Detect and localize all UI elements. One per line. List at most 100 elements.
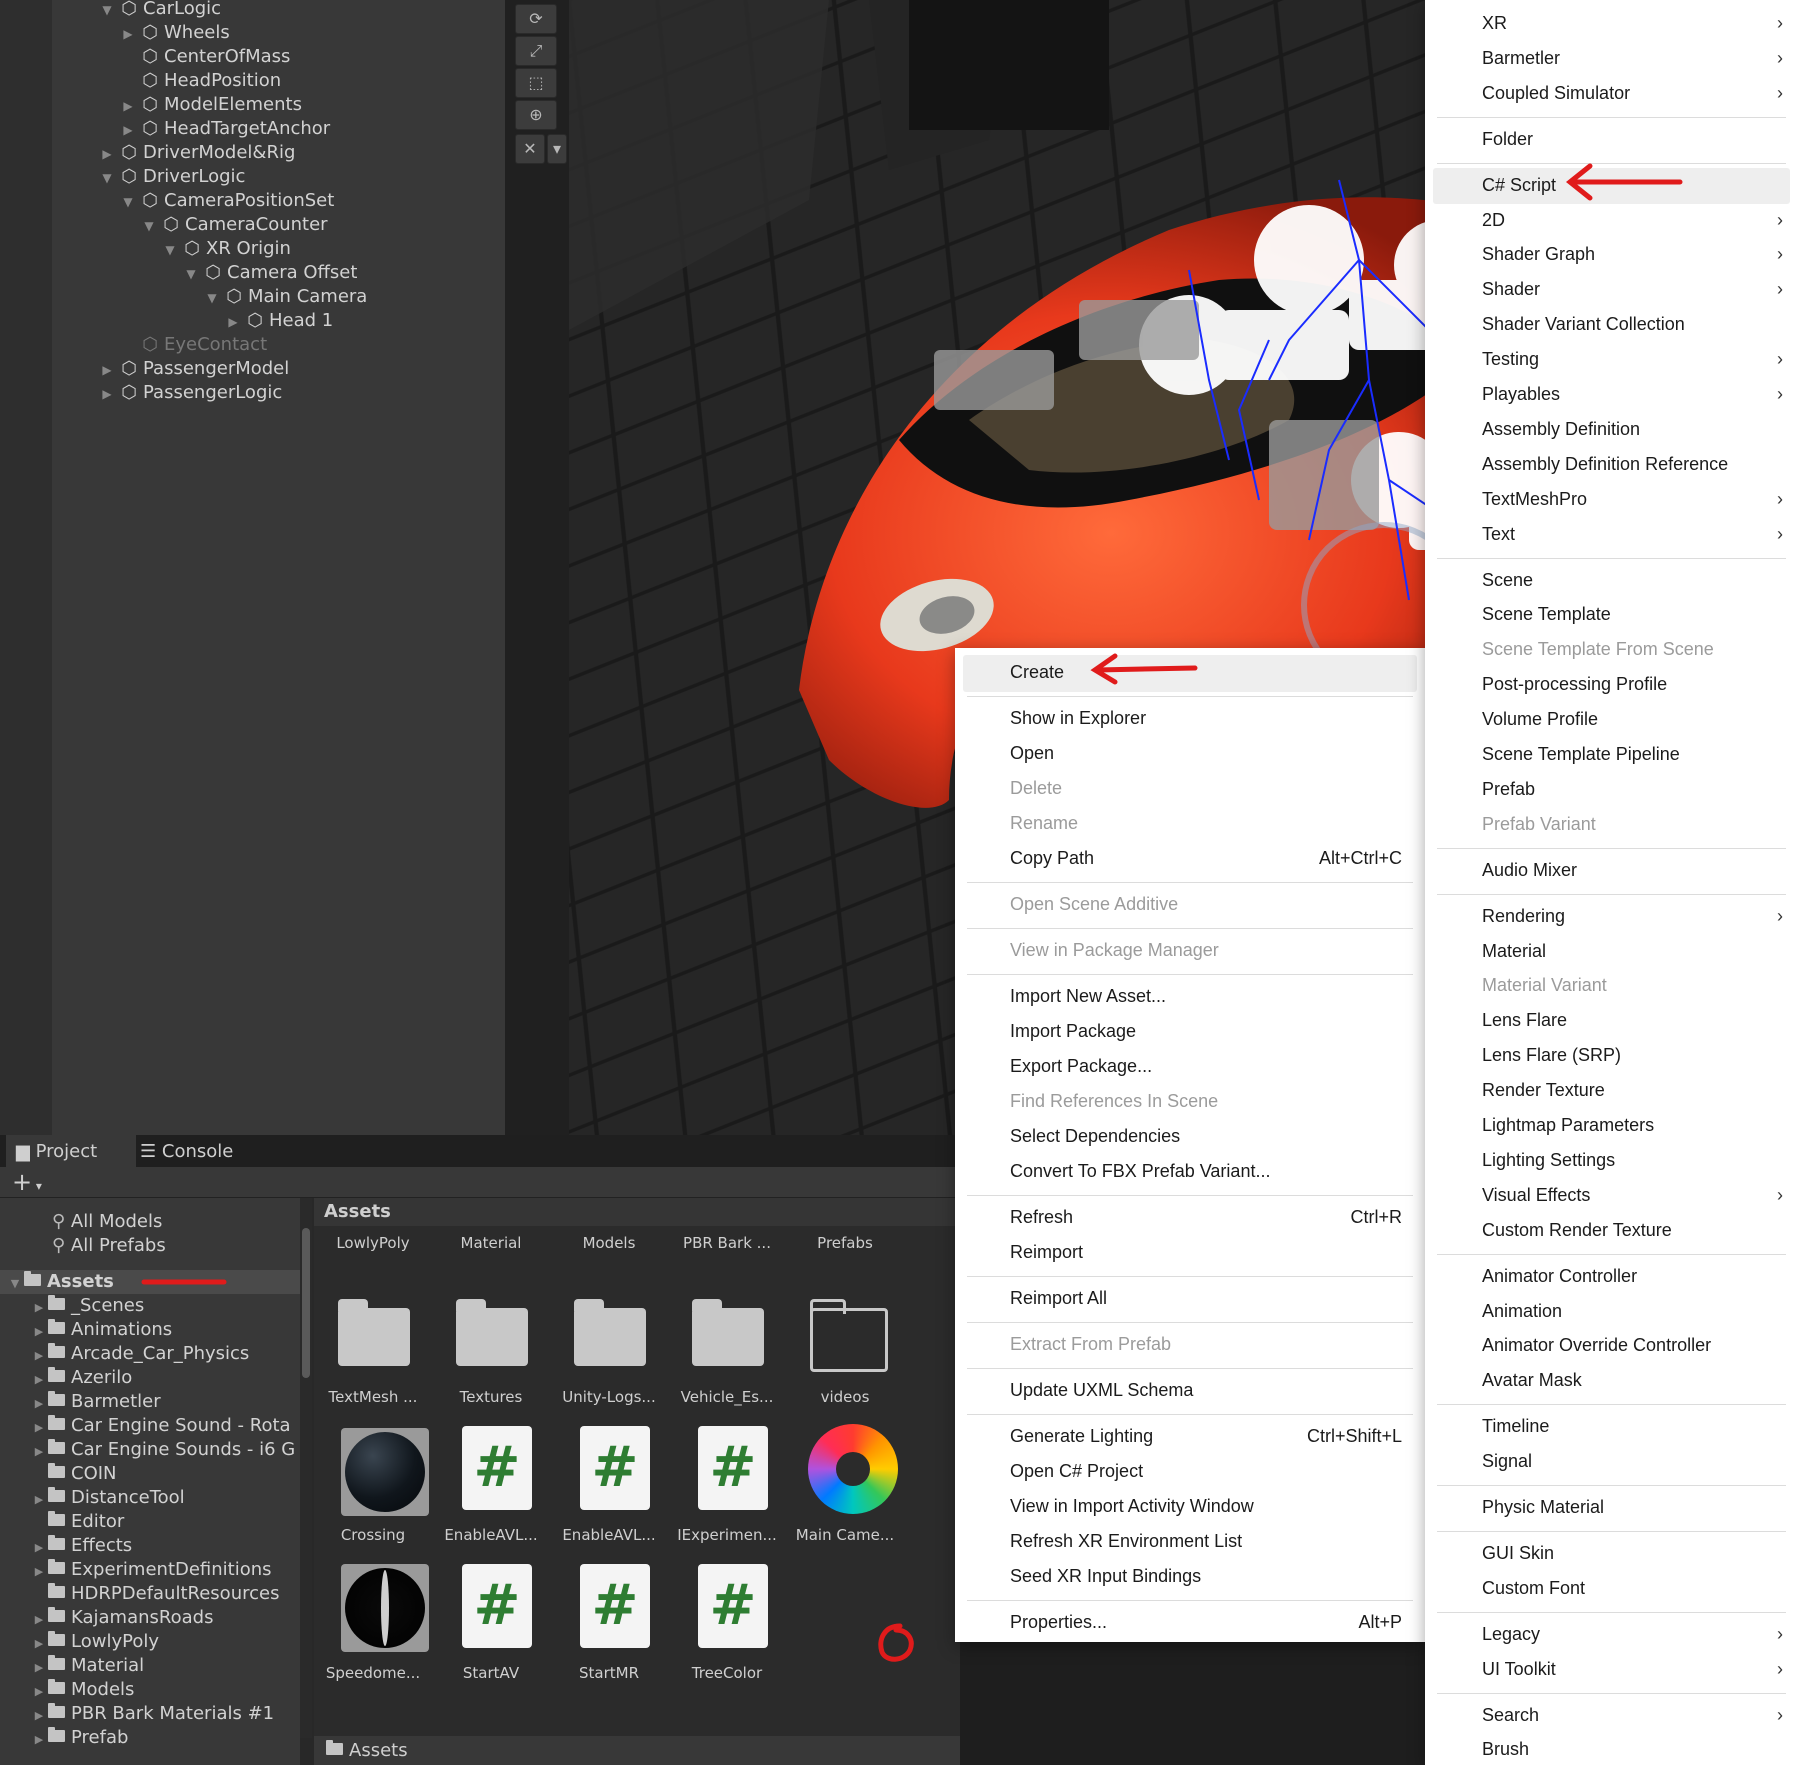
create-item-playables[interactable]: Playables ›	[1482, 378, 1783, 410]
hierarchy-item[interactable]: ▼ ⬡ CarLogic	[96, 0, 221, 21]
collapsed-arrow-icon[interactable]: ▶	[30, 1560, 48, 1584]
create-item-material[interactable]: Material	[1482, 935, 1782, 967]
collapsed-arrow-icon[interactable]: ▶	[30, 1608, 48, 1632]
tab-console[interactable]: ☰ Console	[130, 1135, 270, 1167]
collapsed-arrow-icon[interactable]: ▶	[30, 1680, 48, 1704]
create-item-barmetler[interactable]: Barmetler ›	[1482, 42, 1783, 74]
menu-item-refresh-xr-environment-list[interactable]: Refresh XR Environment List	[1010, 1525, 1402, 1557]
create-item-gui-skin[interactable]: GUI Skin	[1482, 1537, 1782, 1569]
menu-item-update-uxml-schema[interactable]: Update UXML Schema	[1010, 1374, 1402, 1406]
collapsed-arrow-icon[interactable]: ▶	[117, 118, 139, 142]
menu-item-generate-lighting[interactable]: Generate Lighting Ctrl+Shift+L	[1010, 1420, 1402, 1452]
collapsed-arrow-icon[interactable]: ▶	[30, 1704, 48, 1728]
hierarchy-item[interactable]: ▼ ⬡ Main Camera	[201, 285, 367, 309]
menu-item-refresh[interactable]: Refresh Ctrl+R	[1010, 1201, 1402, 1233]
create-item-scene-template-pipeline[interactable]: Scene Template Pipeline	[1482, 738, 1782, 770]
hierarchy-item[interactable]: ▼ ⬡ XR Origin	[159, 237, 291, 261]
tree-item-folder[interactable]: ▶ _Scenes	[0, 1294, 300, 1318]
menu-item-view-in-import-activity-window[interactable]: View in Import Activity Window	[1010, 1490, 1402, 1522]
asset-grid-breadcrumb[interactable]: Assets	[314, 1198, 960, 1226]
create-item-brush[interactable]: Brush	[1482, 1733, 1782, 1765]
create-item-volume-profile[interactable]: Volume Profile	[1482, 703, 1782, 735]
tree-item-folder[interactable]: Editor	[0, 1510, 300, 1534]
asset-item[interactable]: Crossing	[314, 1418, 432, 1558]
collapsed-arrow-icon[interactable]: ▶	[96, 142, 118, 166]
asset-item[interactable]: M	[904, 1418, 960, 1558]
asset-item[interactable]: Unity-Logs...	[550, 1278, 668, 1418]
create-item-scene-template[interactable]: Scene Template	[1482, 598, 1782, 630]
tree-item-folder[interactable]: ▶ PBR Bark Materials #1	[0, 1702, 300, 1726]
collapsed-arrow-icon[interactable]: ▶	[30, 1440, 48, 1464]
tree-item-folder[interactable]: ▶ Animations	[0, 1318, 300, 1342]
create-item-render-texture[interactable]: Render Texture	[1482, 1074, 1782, 1106]
collapsed-arrow-icon[interactable]: ▶	[222, 310, 244, 334]
tree-item-folder[interactable]: ▶ Car Engine Sounds - i6 G	[0, 1438, 300, 1462]
menu-item-reimport-all[interactable]: Reimport All	[1010, 1282, 1402, 1314]
collapsed-arrow-icon[interactable]: ▶	[30, 1416, 48, 1440]
expanded-arrow-icon[interactable]: ▼	[201, 286, 223, 310]
hierarchy-item[interactable]: ▼ ⬡ Camera Offset	[180, 261, 357, 285]
asset-item[interactable]: Textures	[432, 1278, 550, 1418]
rect-tool-icon[interactable]: ⬚	[515, 68, 557, 98]
menu-item-export-package[interactable]: Export Package...	[1010, 1050, 1402, 1082]
create-item-folder[interactable]: Folder	[1482, 123, 1782, 155]
asset-item[interactable]: Main Came...	[786, 1418, 904, 1558]
hierarchy-item[interactable]: ▶ ⬡ Wheels	[117, 21, 229, 46]
create-item-text[interactable]: Text ›	[1482, 518, 1783, 550]
tree-item-folder[interactable]: ▶ Arcade_Car_Physics	[0, 1342, 300, 1366]
create-item-custom-render-texture[interactable]: Custom Render Texture	[1482, 1214, 1782, 1246]
expanded-arrow-icon[interactable]: ▼	[117, 190, 139, 214]
collapsed-arrow-icon[interactable]: ▶	[30, 1344, 48, 1368]
menu-item-create[interactable]: Create›	[1010, 656, 1468, 688]
collapsed-arrow-icon[interactable]: ▶	[30, 1656, 48, 1680]
create-item-xr[interactable]: XR ›	[1482, 7, 1783, 39]
collapsed-arrow-icon[interactable]: ▶	[30, 1368, 48, 1392]
collapsed-arrow-icon[interactable]: ▶	[30, 1536, 48, 1560]
tree-item-folder[interactable]: ▶ Barmetler	[0, 1390, 300, 1414]
create-item-shader-variant-collection[interactable]: Shader Variant Collection	[1482, 308, 1782, 340]
asset-item[interactable]: LowlyPoly	[314, 1228, 432, 1268]
chevron-down-icon[interactable]: ▾	[547, 134, 567, 164]
create-item-animator-override-controller[interactable]: Animator Override Controller	[1482, 1329, 1782, 1361]
create-item-signal[interactable]: Signal	[1482, 1445, 1782, 1477]
asset-item[interactable]: # TreeColor	[668, 1556, 786, 1696]
tree-item-folder[interactable]: ▶ Effects	[0, 1534, 300, 1558]
transform-tool-icon[interactable]: ⊕	[515, 100, 557, 130]
create-item-lightmap-parameters[interactable]: Lightmap Parameters	[1482, 1109, 1782, 1141]
asset-item[interactable]: # StartAV	[432, 1556, 550, 1696]
hierarchy-item[interactable]: ▶ ⬡ PassengerLogic	[96, 381, 282, 405]
create-item-physic-material[interactable]: Physic Material	[1482, 1491, 1782, 1523]
tree-item-folder[interactable]: ▶ LowlyPoly	[0, 1630, 300, 1654]
create-item-shader[interactable]: Shader ›	[1482, 273, 1783, 305]
asset-item[interactable]: Vi	[904, 1278, 960, 1418]
collapsed-arrow-icon[interactable]: ▶	[30, 1320, 48, 1344]
collapsed-arrow-icon[interactable]: ▶	[117, 94, 139, 118]
asset-item[interactable]: Speedome...	[314, 1556, 432, 1696]
expanded-arrow-icon[interactable]: ▼	[96, 0, 118, 22]
menu-item-show-in-explorer[interactable]: Show in Explorer	[1010, 702, 1402, 734]
create-item-prefab[interactable]: Prefab	[1482, 773, 1782, 805]
collapsed-arrow-icon[interactable]: ▶	[30, 1392, 48, 1416]
hierarchy-item[interactable]: ⬡ CenterOfMass	[117, 45, 290, 69]
expanded-arrow-icon[interactable]: ▼	[6, 1272, 24, 1296]
create-item-legacy[interactable]: Legacy ›	[1482, 1618, 1783, 1650]
create-item-lens-flare[interactable]: Lens Flare	[1482, 1004, 1782, 1036]
favorite-item[interactable]: ⚲ All Prefabs	[0, 1234, 300, 1258]
custom-tools-icon[interactable]: ✕	[515, 134, 545, 164]
favorite-item[interactable]: ⚲ All Models	[0, 1210, 300, 1234]
asset-item[interactable]: videos	[786, 1278, 904, 1418]
create-item-assembly-definition[interactable]: Assembly Definition	[1482, 413, 1782, 445]
hierarchy-item[interactable]: ⬡ EyeContact	[117, 333, 267, 357]
create-item-rendering[interactable]: Rendering ›	[1482, 900, 1783, 932]
tree-item-folder[interactable]: ▶ Azerilo	[0, 1366, 300, 1390]
menu-item-convert-to-fbx-prefab-variant[interactable]: Convert To FBX Prefab Variant...	[1010, 1155, 1402, 1187]
create-item-textmeshpro[interactable]: TextMeshPro ›	[1482, 483, 1783, 515]
hierarchy-item[interactable]: ▶ ⬡ Head 1	[222, 309, 333, 333]
menu-item-properties[interactable]: Properties... Alt+P	[1010, 1606, 1402, 1638]
collapsed-arrow-icon[interactable]: ▶	[117, 22, 139, 46]
tree-item-folder[interactable]: ▶ ExperimentDefinitions	[0, 1558, 300, 1582]
create-item-animator-controller[interactable]: Animator Controller	[1482, 1260, 1782, 1292]
tree-scrollbar[interactable]	[300, 1198, 312, 1738]
collapsed-arrow-icon[interactable]: ▶	[30, 1488, 48, 1512]
hierarchy-item[interactable]: ⬡ HeadPosition	[117, 69, 281, 93]
